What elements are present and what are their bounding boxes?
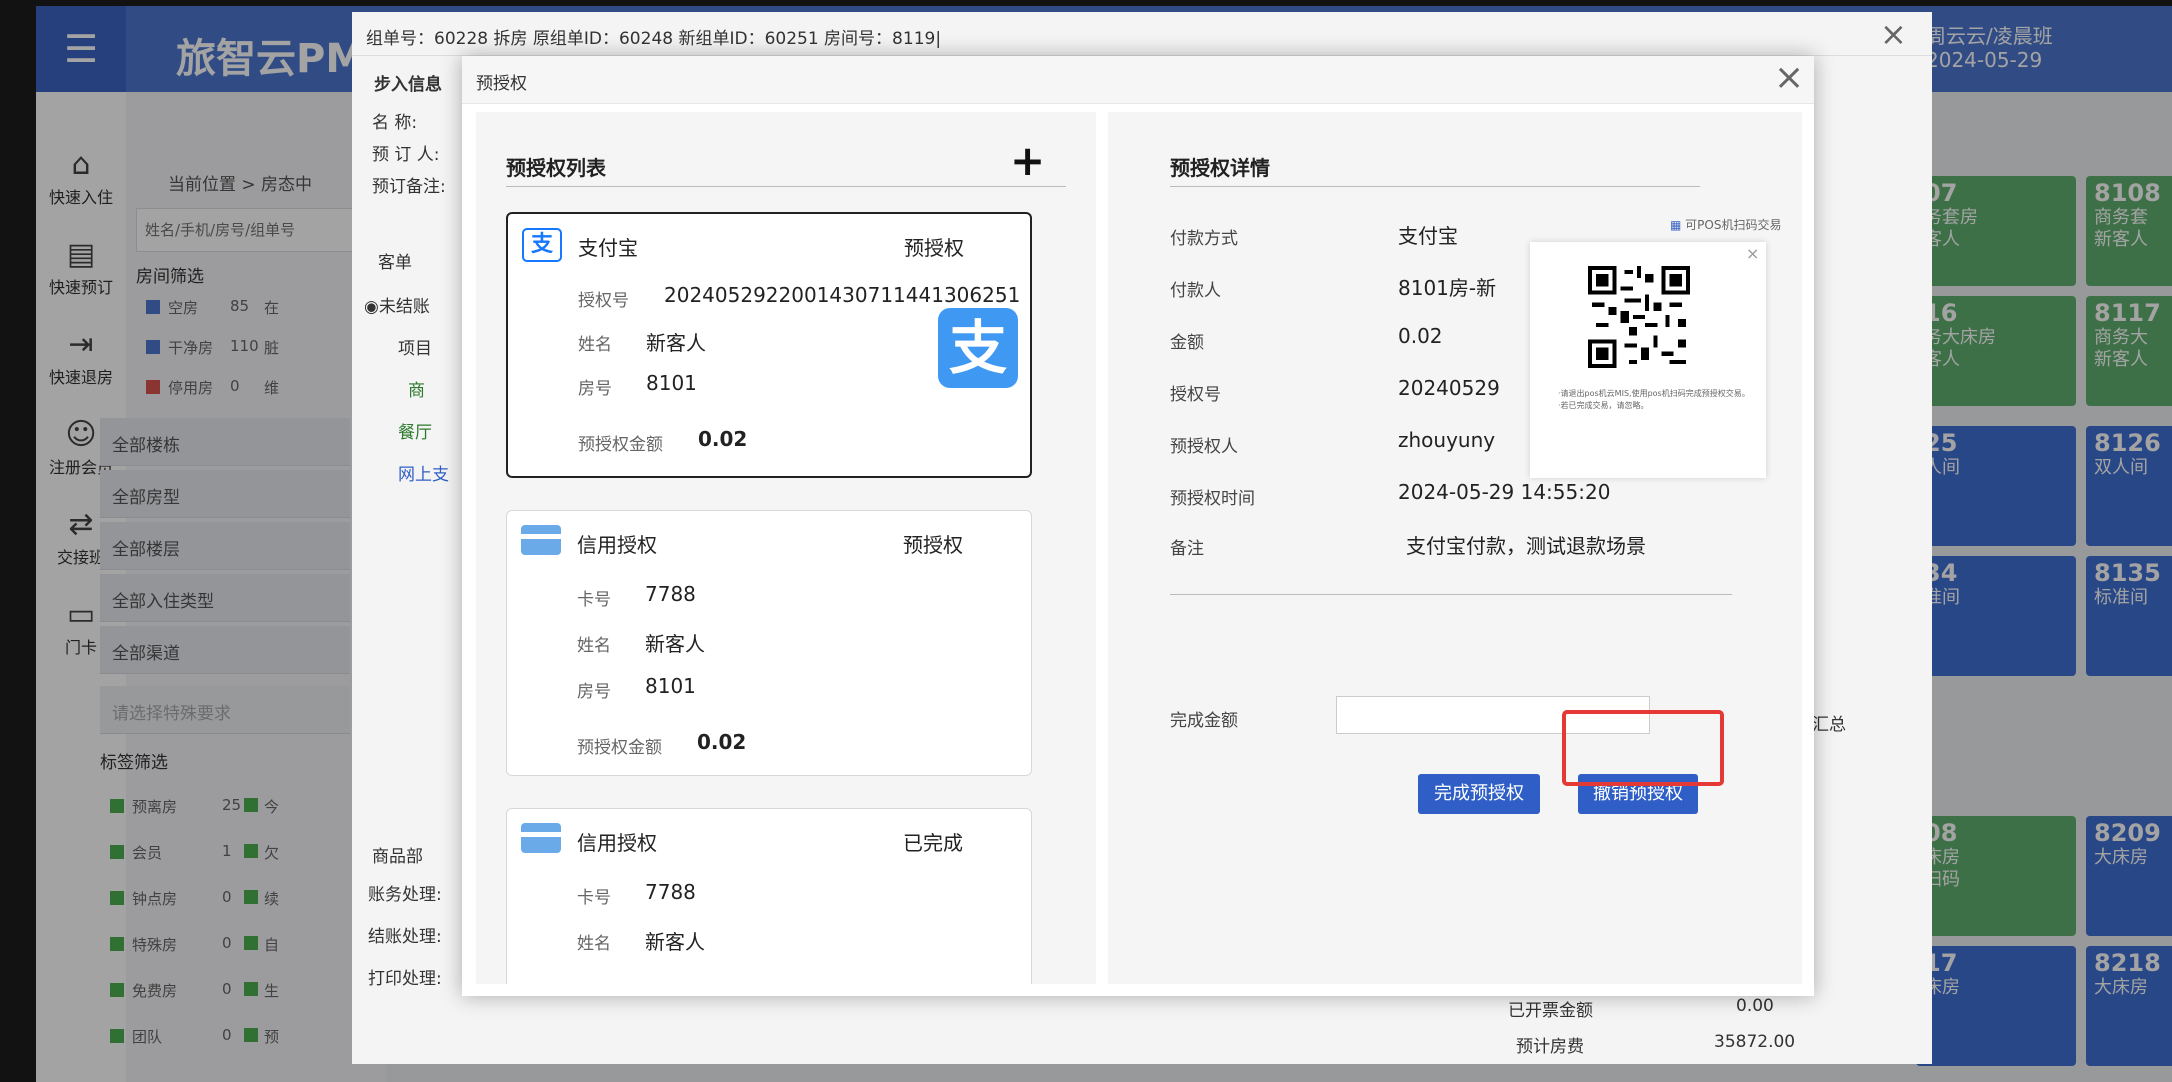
card-status: 预授权: [904, 236, 964, 260]
room-number: 8101: [646, 371, 697, 395]
auth-no-label: 授权号: [1170, 385, 1221, 405]
row-goods[interactable]: 商: [408, 376, 425, 401]
field-label: 授权号: [578, 291, 629, 311]
booking-note-label: 预订备注:: [372, 177, 446, 197]
preauth-amount: 0.02: [698, 427, 748, 451]
preauth-list-title: 预授权列表: [506, 156, 606, 180]
complete-amount-label: 完成金额: [1170, 711, 1238, 731]
invoice-label: 已开票金额: [1508, 1001, 1593, 1021]
radio-unsettled[interactable]: ◉未结账: [364, 292, 430, 317]
step-info-label: 步入信息: [374, 75, 442, 95]
preauth-card-credit[interactable]: 信用授权 预授权 卡号 7788 姓名 新客人 房号 8101 预授权金额 0.…: [506, 510, 1032, 776]
preauth-detail-title: 预授权详情: [1170, 156, 1270, 180]
row-restaurant[interactable]: 餐厅: [398, 418, 432, 443]
card-status: 已完成: [903, 831, 963, 855]
est-fee-value: 35872.00: [1714, 1032, 1796, 1052]
card-status: 预授权: [903, 533, 963, 557]
note-label: 备注: [1170, 539, 1204, 559]
authorizer-value: zhouyuny: [1398, 428, 1496, 452]
field-label: 房号: [578, 379, 612, 399]
qr-small-icon: ▦: [1670, 218, 1682, 232]
card-type: 支付宝: [578, 236, 638, 260]
card-number: 7788: [645, 880, 696, 904]
guest-name: 新客人: [645, 930, 705, 954]
account-handling-label: 账务处理:: [368, 885, 442, 905]
summary-label: 汇总: [1812, 715, 1846, 735]
column-item: 项目: [398, 339, 432, 359]
highlight-box: [1562, 710, 1724, 786]
credit-card-icon: [521, 525, 561, 555]
goods-note: 商品部: [372, 847, 423, 867]
preauth-card-alipay[interactable]: 支 支付宝 预授权 授权号 20240529220014307114413062…: [506, 212, 1032, 478]
divider: [1170, 186, 1700, 187]
booker-label: 预 订 人:: [372, 145, 440, 165]
field-label: 姓名: [577, 636, 611, 656]
preauth-dialog: 预授权 × 预授权列表 + 支 支付宝 预授权 授权号 202405292200…: [462, 56, 1814, 996]
field-label: 预授权金额: [578, 435, 663, 455]
name-label: 名 称:: [372, 113, 418, 133]
preauth-dialog-header: 预授权 ×: [462, 56, 1814, 104]
dialog-title: 组单号：60228 拆房 原组单ID：60248 新组单ID：60251 房间号…: [366, 29, 942, 49]
preauth-detail-panel: 预授权详情 付款方式 支付宝 ▦ 可POS机扫码交易 付款人 8101房-新 金…: [1108, 112, 1802, 984]
qr-hint: ·请退出pos机云MIS,使用pos机扫码完成预授权交易。 ·若已完成交易，请忽…: [1558, 388, 1758, 412]
field-label: 姓名: [578, 335, 612, 355]
preauth-list-panel: 预授权列表 + 支 支付宝 预授权 授权号 202405292200143071…: [476, 112, 1096, 984]
payer-label: 付款人: [1170, 281, 1221, 301]
field-label: 预授权金额: [577, 738, 662, 758]
authorizer-label: 预授权人: [1170, 437, 1238, 457]
preauth-amount: 0.02: [697, 730, 747, 754]
dialog-header: 组单号：60228 拆房 原组单ID：60248 新组单ID：60251 房间号…: [352, 12, 1932, 56]
credit-card-icon: [521, 823, 561, 853]
tab-order[interactable]: 客单: [378, 248, 412, 273]
preauth-card-credit[interactable]: 信用授权 已完成 卡号 7788 姓名 新客人: [506, 808, 1032, 984]
preauth-dialog-title: 预授权: [476, 74, 527, 94]
qr-code-image: [1588, 266, 1690, 368]
pos-hint: ▦ 可POS机扫码交易: [1670, 218, 1782, 232]
time-value: 2024-05-29 14:55:20: [1398, 480, 1611, 504]
complete-preauth-button[interactable]: 完成预授权: [1418, 774, 1540, 814]
time-label: 预授权时间: [1170, 489, 1255, 509]
pay-method-label: 付款方式: [1170, 229, 1238, 249]
close-icon[interactable]: ×: [1880, 18, 1907, 50]
checkout-handling-label: 结账处理:: [368, 927, 442, 947]
room-number: 8101: [645, 674, 696, 698]
payer-value: 8101房-新: [1398, 276, 1497, 300]
close-icon[interactable]: ×: [1746, 244, 1759, 263]
alipay-logo-icon: 支: [938, 308, 1018, 388]
add-icon[interactable]: +: [1010, 140, 1045, 182]
amount-label: 金额: [1170, 333, 1204, 353]
divider: [1170, 594, 1732, 595]
print-handling-label: 打印处理:: [368, 969, 442, 989]
card-type: 信用授权: [577, 831, 657, 855]
amount-value: 0.02: [1398, 324, 1443, 348]
qr-code-popup: × ·请退出pos机云MIS,使用pos机扫码完成预授权交易。 ·若已完成交易，…: [1530, 242, 1766, 478]
field-label: 卡号: [577, 888, 611, 908]
alipay-icon: 支: [522, 228, 562, 262]
card-type: 信用授权: [577, 533, 657, 557]
est-fee-label: 预计房费: [1516, 1037, 1584, 1057]
row-online-pay[interactable]: 网上支: [398, 460, 449, 485]
guest-name: 新客人: [645, 632, 705, 656]
card-number: 7788: [645, 582, 696, 606]
pay-method-value: 支付宝: [1398, 224, 1458, 248]
divider: [506, 186, 1066, 187]
field-label: 姓名: [577, 934, 611, 954]
field-label: 房号: [577, 682, 611, 702]
note-value: 支付宝付款，测试退款场景: [1406, 534, 1646, 558]
qr-hint-line: ·若已完成交易，请忽略。: [1558, 401, 1649, 410]
auth-no-value: 20240529: [1398, 376, 1500, 400]
invoice-value: 0.00: [1736, 996, 1774, 1016]
close-icon[interactable]: ×: [1774, 60, 1804, 96]
auth-number: 2024052922001430711441306251: [664, 283, 1021, 307]
field-label: 卡号: [577, 590, 611, 610]
guest-name: 新客人: [646, 331, 706, 355]
qr-hint-line: ·请退出pos机云MIS,使用pos机扫码完成预授权交易。: [1558, 389, 1750, 398]
